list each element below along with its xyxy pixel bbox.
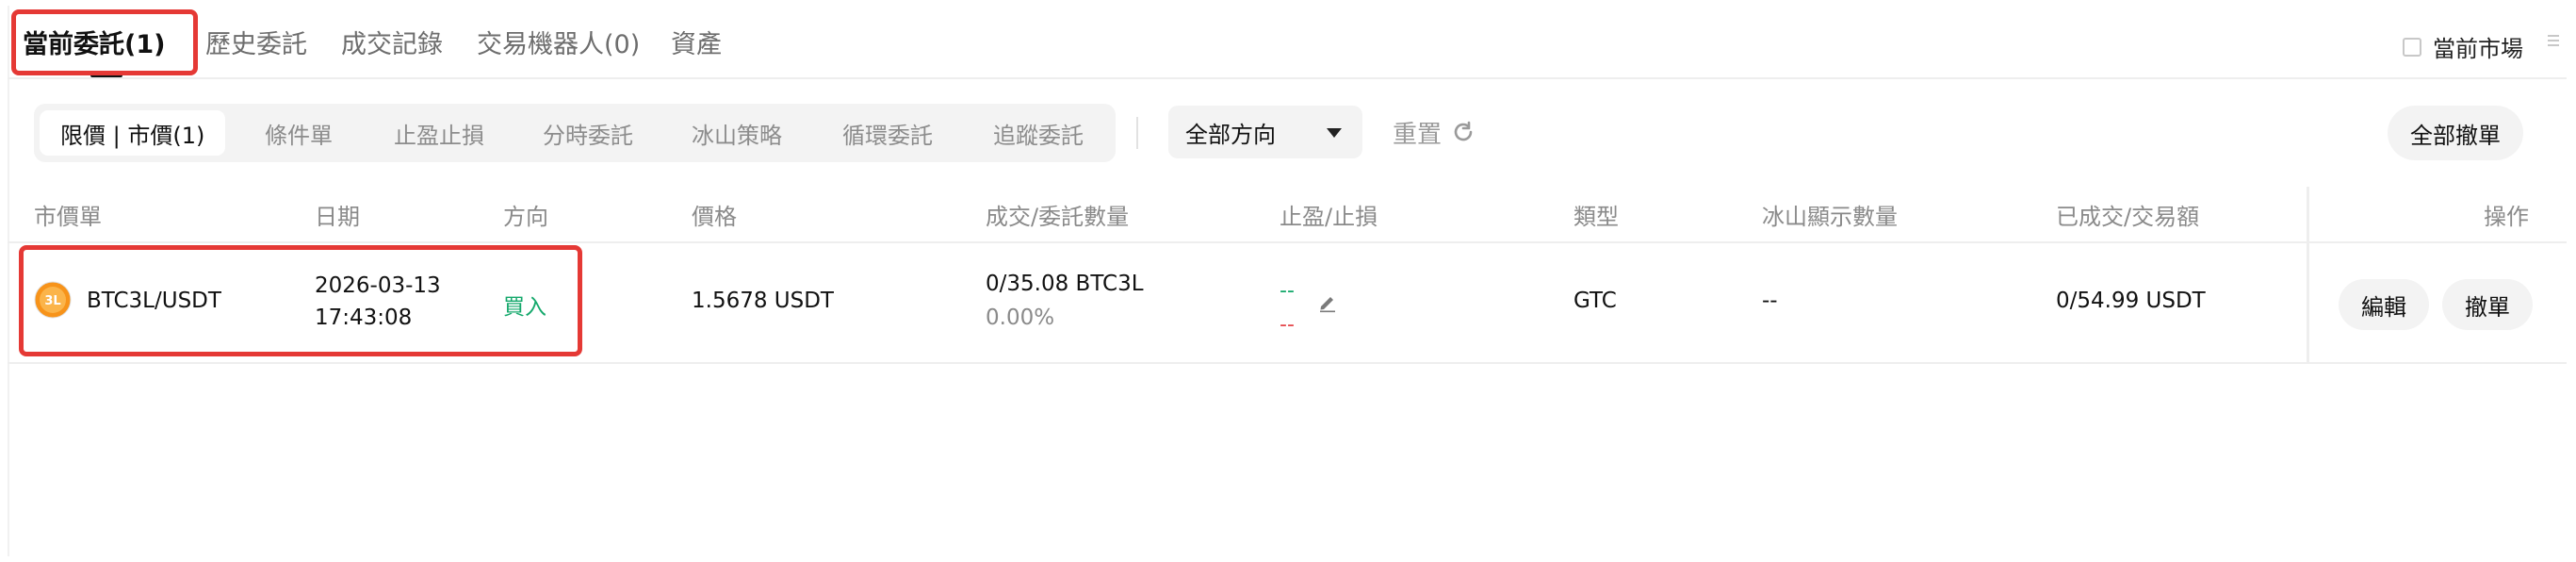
filter-iceberg[interactable]: 冰山策略 <box>692 110 782 156</box>
filter-limit-market-label: 限價 | 市價(1) <box>60 122 205 149</box>
tab-assets[interactable]: 資產 <box>671 6 722 77</box>
order-filled-pct: 0.00% <box>986 306 1055 330</box>
stop-loss-value: -- <box>1280 313 1295 337</box>
current-market-label: 當前市場 <box>2433 36 2523 62</box>
tab-highlight-box <box>11 9 198 75</box>
direction-select[interactable]: 全部方向 <box>1168 106 1362 158</box>
order-iceberg-qty: -- <box>1762 289 1778 313</box>
column-header-filled-qty: 成交/委託數量 <box>986 204 1130 230</box>
column-header-price: 價格 <box>692 204 737 230</box>
order-type: GTC <box>1573 289 1617 313</box>
column-header-market-order: 市價單 <box>34 204 102 230</box>
menu-icon[interactable] <box>2548 32 2561 55</box>
cancel-order-button[interactable]: 撤單 <box>2442 279 2533 330</box>
filter-twap[interactable]: 分時委託 <box>543 110 633 156</box>
order-filled-amount: 0/54.99 USDT <box>2056 289 2206 313</box>
tabs-divider <box>8 77 2567 79</box>
filter-tp-sl[interactable]: 止盈止損 <box>394 110 484 156</box>
take-profit-value: -- <box>1280 279 1295 303</box>
filter-separator <box>1136 117 1138 149</box>
header-divider <box>8 241 2567 243</box>
order-price: 1.5678 USDT <box>692 289 834 313</box>
edit-order-button[interactable]: 編輯 <box>2339 279 2429 330</box>
column-header-tp-sl: 止盈/止損 <box>1280 204 1378 230</box>
reset-label: 重置 <box>1393 120 1443 149</box>
column-header-filled-amount: 已成交/交易額 <box>2056 204 2200 230</box>
column-header-type: 類型 <box>1573 204 1619 230</box>
orders-panel: 當前委託(1) 歷史委託 成交記錄 交易機器人(0) 資產 當前市場 限價 | … <box>8 6 2567 556</box>
column-header-iceberg-qty: 冰山顯示數量 <box>1762 204 1898 230</box>
column-header-actions: 操作 <box>2484 204 2529 230</box>
filter-trailing[interactable]: 追蹤委託 <box>993 110 1084 156</box>
checkbox-icon[interactable] <box>2403 37 2421 57</box>
filter-limit-market[interactable]: 限價 | 市價(1) <box>40 110 226 156</box>
tab-trade-history[interactable]: 成交記錄 <box>341 6 443 77</box>
direction-select-value: 全部方向 <box>1185 121 1276 148</box>
refresh-icon <box>1454 121 1473 141</box>
current-market-toggle[interactable]: 當前市場 <box>2403 30 2523 63</box>
tab-order-history[interactable]: 歷史委託 <box>205 6 307 77</box>
column-header-side: 方向 <box>503 204 548 230</box>
order-filled-qty: 0/35.08 BTC3L <box>986 272 1144 296</box>
order-type-filter: 限價 | 市價(1) 條件單 止盈止損 分時委託 冰山策略 循環委託 追蹤委託 <box>34 104 1116 162</box>
actions-column-separator <box>2307 187 2309 364</box>
tab-trading-bots[interactable]: 交易機器人(0) <box>477 6 640 77</box>
panel-border <box>8 6 9 556</box>
column-header-date: 日期 <box>315 204 360 230</box>
filter-conditional[interactable]: 條件單 <box>265 110 333 156</box>
filter-recurring[interactable]: 循環委託 <box>842 110 933 156</box>
edit-pencil-icon[interactable] <box>1317 292 1338 313</box>
row-highlight-box <box>19 245 582 356</box>
reset-button[interactable]: 重置 <box>1393 106 1475 158</box>
caret-down-icon <box>1327 128 1342 138</box>
cancel-all-button[interactable]: 全部撤單 <box>2388 106 2523 160</box>
row-divider <box>8 362 2567 364</box>
